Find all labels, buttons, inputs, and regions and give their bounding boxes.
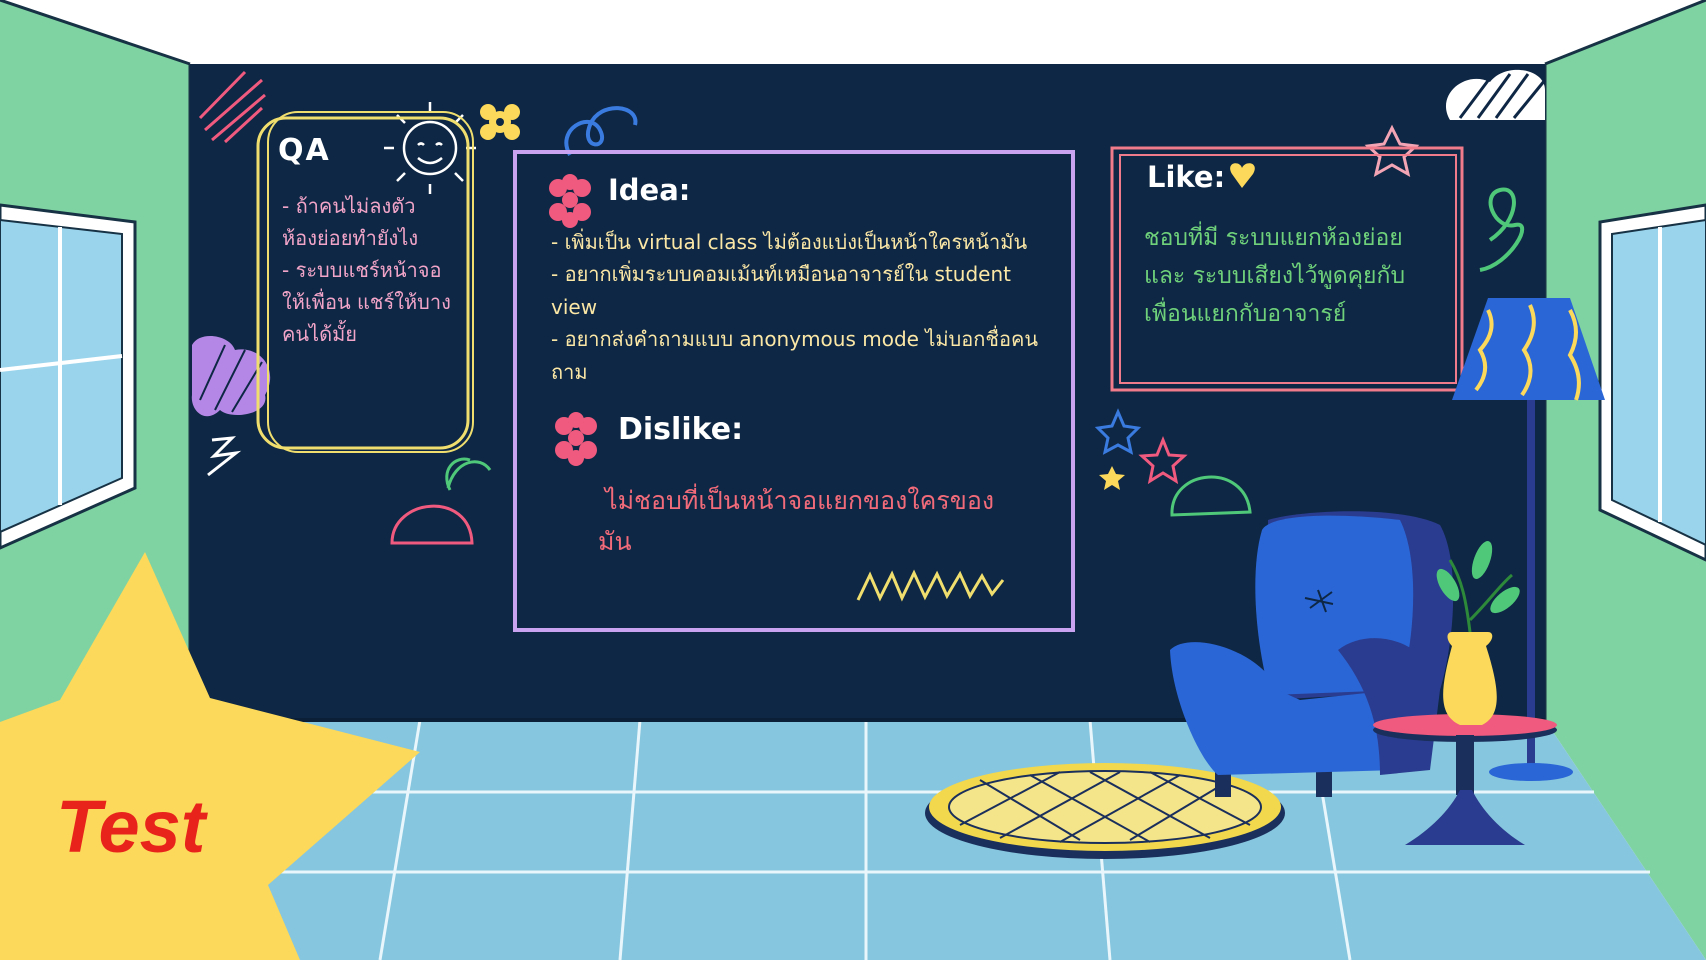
like-title: Like: [1147, 160, 1226, 194]
left-window [0, 203, 137, 550]
dislike-title: Dislike: [618, 412, 744, 447]
qa-notes: - ถ้าคนไม่ลงตัว ห้องย่อยทำยังไง - ระบบแช… [282, 194, 451, 346]
dislike-notes: ไม่ชอบที่เป็นหน้าจอแยกของใครของ มัน [598, 486, 995, 557]
right-window [1598, 203, 1706, 562]
like-notes: ชอบที่มี ระบบแยกห้องย่อย และ ระบบเสียงไว… [1144, 225, 1406, 327]
test-badge-label: Test [56, 785, 206, 868]
qa-title: QA [278, 133, 331, 168]
idea-title: Idea: [608, 173, 691, 207]
idea-notes: - เพิ่มเป็น virtual class ไม่ต้องแบ่งเป็… [551, 230, 1039, 384]
